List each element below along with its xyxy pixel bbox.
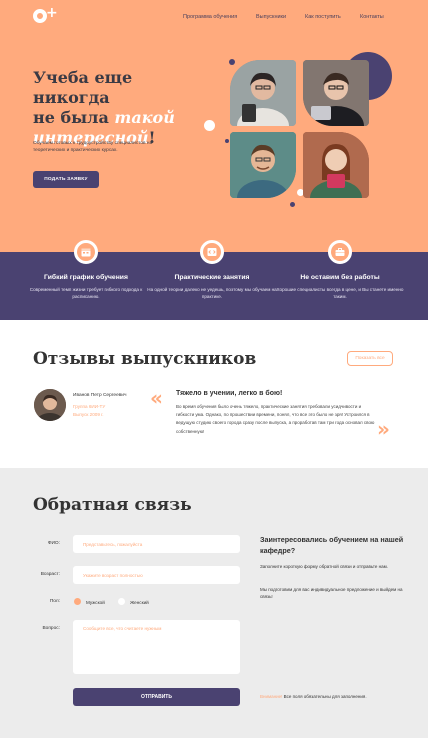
nav-contacts[interactable]: Контакты	[360, 14, 384, 20]
radio-female[interactable]	[118, 598, 125, 605]
student-photo-2	[303, 60, 369, 126]
sex-label: Пол:	[49, 599, 60, 604]
decor-dot	[229, 59, 235, 65]
required-note-text: Все поля обязательны для заполнения.	[282, 694, 367, 699]
feature-flexible-schedule: Гибкий график обучения Современный темп …	[21, 274, 151, 300]
feature-title: Гибкий график обучения	[44, 274, 128, 281]
review-headline: Тяжело в учении, легко в бою!	[176, 390, 283, 397]
code-icon	[200, 240, 224, 264]
required-note: Внимание! Все поля обязательны для запол…	[260, 694, 367, 699]
review-text: Во время обучения было очень тяжело, пра…	[176, 404, 375, 434]
feature-employment: Не оставим без работы Хорошие специалист…	[275, 274, 405, 300]
feature-title: Практические занятия	[174, 274, 250, 281]
hero-title: Учеба еще никогда не была такой интересн…	[33, 68, 213, 148]
nav-graduates[interactable]: Выпускники	[256, 14, 286, 20]
decor-dot	[290, 202, 295, 207]
avatar	[34, 389, 66, 421]
hero-title-line1: Учеба еще никогда	[33, 68, 133, 107]
question-textarea[interactable]: Сообщите все, что считаете нужным	[73, 620, 240, 674]
fio-label: ФИО:	[47, 541, 60, 546]
side-text-1: Заполните короткую форму обратной связи …	[260, 564, 388, 569]
logo-ring-icon	[33, 9, 47, 23]
hero-title-accent1: такой	[114, 108, 175, 127]
reviewer-group: Группа 6ИИ-ТУ	[73, 404, 106, 409]
radio-male[interactable]	[74, 598, 81, 605]
age-label: Возраст:	[40, 572, 60, 577]
feature-text: Хорошие специалисты всегда в цене, и Вы …	[276, 287, 404, 299]
reviews-title: Отзывы выпускников	[33, 349, 257, 369]
question-label: Вопрос:	[42, 626, 60, 631]
reviewer-name: Иванов Петр Сергеевич	[73, 393, 127, 398]
calendar-icon	[74, 240, 98, 264]
side-heading: Заинтересовались обучением на нашей кафе…	[260, 535, 404, 555]
hero-subtitle: Обучаем готовых к трудоустройству специа…	[33, 141, 153, 153]
student-photo-1	[230, 60, 296, 126]
feature-text: На одной теории далеко не уедешь, поэтом…	[147, 287, 277, 299]
submit-button[interactable]: ОТПРАВИТЬ	[73, 688, 240, 706]
age-field[interactable]: Укажите возраст полностью	[73, 566, 240, 584]
feature-text: Современный темп жизни требует гибкого п…	[29, 287, 143, 299]
briefcase-icon	[328, 240, 352, 264]
reviewer-year: Выпуск 2009 г.	[73, 412, 104, 417]
feature-practice: Практические занятия На одной теории дал…	[147, 274, 277, 300]
nav-admission[interactable]: Как поступить	[305, 14, 341, 20]
hero-section: + Программа обучения Выпускники Как пост…	[0, 0, 428, 252]
fio-field[interactable]: Представьтесь, пожалуйста	[73, 535, 240, 553]
student-photo-3	[230, 132, 296, 198]
radio-male-label: Мужской	[86, 600, 105, 605]
decor-dot	[225, 139, 229, 143]
feature-title: Не оставим без работы	[300, 274, 380, 281]
hero-title-line2: не была	[33, 108, 115, 127]
landing-page: + Программа обучения Выпускники Как пост…	[0, 0, 428, 738]
apply-button[interactable]: ПОДАТЬ ЗАЯВКУ	[33, 171, 99, 188]
feedback-title: Обратная связь	[33, 495, 192, 515]
required-note-warning: Внимание!	[260, 694, 283, 699]
student-photo-4	[303, 132, 369, 198]
side-text-2: Мы подготовим для вас индивидуальное пре…	[260, 587, 403, 599]
show-all-button[interactable]: Показать все	[347, 351, 393, 366]
logo[interactable]: +	[33, 5, 58, 24]
logo-plus-icon: +	[46, 5, 58, 21]
radio-female-label: Женский	[130, 600, 149, 605]
decor-dot	[204, 120, 215, 131]
nav-program[interactable]: Программа обучения	[183, 14, 237, 20]
prev-review-icon[interactable]: «	[150, 386, 163, 410]
next-review-icon[interactable]: »	[377, 417, 390, 441]
